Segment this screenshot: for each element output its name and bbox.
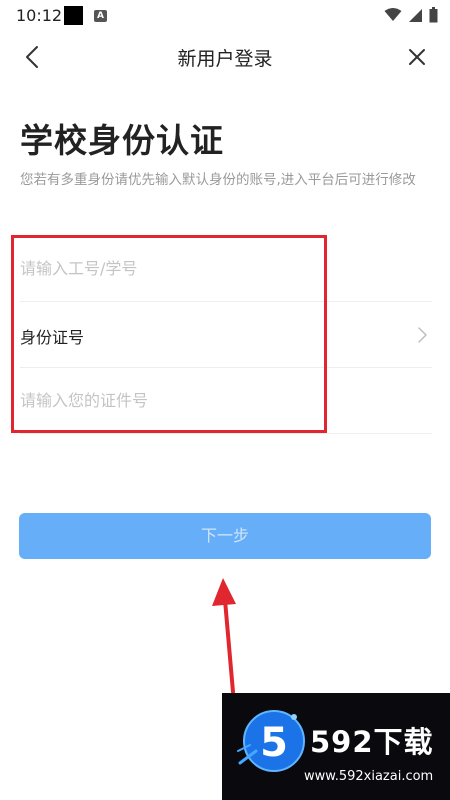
- close-button[interactable]: [402, 42, 432, 72]
- signal-icon: [409, 8, 422, 22]
- auth-form: 身份证号: [20, 236, 432, 434]
- page-subtitle: 您若有多重身份请优先输入默认身份的账号,进入平台后可进行修改: [20, 172, 416, 188]
- status-time: 10:12: [16, 6, 63, 25]
- id-number-row: [20, 236, 432, 302]
- watermark-logo: 5: [237, 710, 305, 772]
- watermark-url: www.592xiazai.com: [304, 769, 434, 784]
- notification-a-icon: A: [94, 10, 107, 22]
- nav-title: 新用户登录: [177, 48, 273, 70]
- id-type-label: 身份证号: [20, 328, 85, 347]
- status-bar: 10:12 A: [0, 0, 450, 32]
- nav-bar: 新用户登录: [0, 32, 450, 82]
- watermark: 5 592下载 www.592xiazai.com: [222, 693, 450, 800]
- id-type-selector[interactable]: 身份证号: [20, 302, 432, 368]
- watermark-logo-digit: 5: [260, 720, 288, 766]
- status-icons: [384, 7, 438, 23]
- battery-icon: [429, 7, 438, 23]
- watermark-text: 592下载: [310, 725, 434, 759]
- certificate-number-row: [20, 368, 432, 434]
- page-title: 学校身份认证: [20, 121, 224, 160]
- chevron-right-icon: [418, 327, 427, 343]
- certificate-number-input[interactable]: [20, 368, 432, 433]
- notification-square-icon: [64, 6, 83, 25]
- next-button[interactable]: 下一步: [19, 513, 431, 559]
- id-number-input[interactable]: [20, 236, 432, 301]
- close-icon: [409, 49, 425, 65]
- wifi-icon: [384, 8, 402, 21]
